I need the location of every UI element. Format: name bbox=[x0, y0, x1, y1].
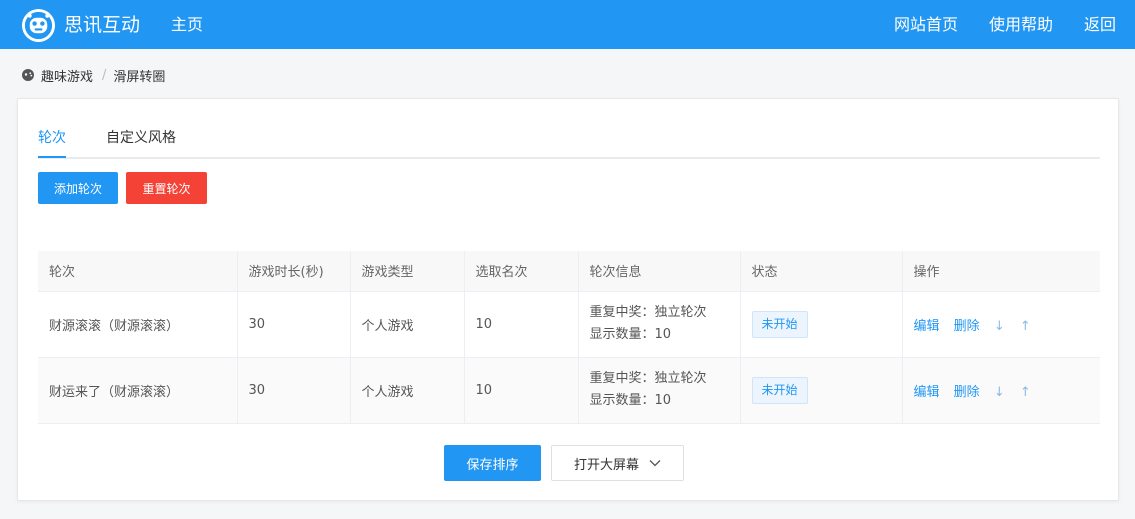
tab-bar: 轮次 自定义风格 bbox=[38, 129, 1100, 159]
save-order-button[interactable]: 保存排序 bbox=[444, 445, 541, 481]
nav-home[interactable]: 主页 bbox=[171, 15, 203, 35]
col-header-actions: 操作 bbox=[902, 251, 1100, 292]
col-header-type: 游戏类型 bbox=[350, 251, 465, 292]
table-row: 财源滚滚（财源滚滚） 30 个人游戏 10 重复中奖：独立轮次 显示数量：10 … bbox=[38, 291, 1100, 358]
cell-status: 未开始 bbox=[740, 291, 903, 358]
col-header-rank: 选取名次 bbox=[464, 251, 579, 292]
breadcrumb-current: 滑屏转圈 bbox=[113, 69, 166, 85]
info-repeat: 重复中奖：独立轮次 bbox=[589, 371, 707, 386]
top-bar: 思讯互动 主页 网站首页 使用帮助 返回 bbox=[0, 0, 1135, 49]
status-badge: 未开始 bbox=[751, 310, 808, 338]
cell-info: 重复中奖：独立轮次 显示数量：10 bbox=[578, 291, 741, 358]
cell-info: 重复中奖：独立轮次 显示数量：10 bbox=[578, 357, 741, 424]
table-row: 财运来了（财源滚滚） 30 个人游戏 10 重复中奖：独立轮次 显示数量：10 … bbox=[38, 357, 1100, 424]
col-header-status: 状态 bbox=[740, 251, 903, 292]
top-nav-right: 网站首页 使用帮助 返回 bbox=[894, 15, 1116, 35]
nav-website-home[interactable]: 网站首页 bbox=[894, 15, 958, 35]
chevron-down-icon bbox=[649, 460, 661, 467]
reset-rounds-button[interactable]: 重置轮次 bbox=[126, 172, 207, 204]
info-display-count: 显示数量：10 bbox=[589, 327, 672, 342]
status-badge: 未开始 bbox=[751, 376, 808, 404]
cell-type: 个人游戏 bbox=[350, 291, 465, 358]
delete-link[interactable]: 删除 bbox=[954, 385, 980, 400]
move-up-icon[interactable]: ↑ bbox=[1020, 319, 1031, 334]
move-down-icon[interactable]: ↓ bbox=[994, 385, 1005, 400]
edit-link[interactable]: 编辑 bbox=[914, 319, 940, 334]
cell-rank: 10 bbox=[464, 357, 579, 424]
move-up-icon[interactable]: ↑ bbox=[1020, 385, 1031, 400]
col-header-duration: 游戏时长(秒) bbox=[237, 251, 351, 292]
cell-actions: 编辑 删除 ↓ ↑ bbox=[902, 357, 1100, 424]
info-display-count: 显示数量：10 bbox=[589, 393, 672, 408]
delete-link[interactable]: 删除 bbox=[954, 319, 980, 334]
nav-back[interactable]: 返回 bbox=[1084, 15, 1116, 35]
breadcrumb: 趣味游戏 / 滑屏转圈 bbox=[21, 66, 166, 85]
gamepad-icon bbox=[22, 69, 34, 81]
cell-duration: 30 bbox=[237, 357, 351, 424]
cell-round-name: 财运来了（财源滚滚） bbox=[38, 357, 238, 424]
cell-duration: 30 bbox=[237, 291, 351, 358]
cell-status: 未开始 bbox=[740, 357, 903, 424]
cell-actions: 编辑 删除 ↓ ↑ bbox=[902, 291, 1100, 358]
cell-rank: 10 bbox=[464, 291, 579, 358]
tab-rounds[interactable]: 轮次 bbox=[38, 129, 66, 147]
col-header-info: 轮次信息 bbox=[578, 251, 741, 292]
table-header-row: 轮次 游戏时长(秒) 游戏类型 选取名次 轮次信息 状态 操作 bbox=[38, 251, 1100, 292]
edit-link[interactable]: 编辑 bbox=[914, 385, 940, 400]
brand-name[interactable]: 思讯互动 bbox=[64, 13, 140, 37]
add-round-button[interactable]: 添加轮次 bbox=[38, 172, 118, 204]
cell-round-name: 财源滚滚（财源滚滚） bbox=[38, 291, 238, 358]
col-header-round: 轮次 bbox=[38, 251, 238, 292]
cell-type: 个人游戏 bbox=[350, 357, 465, 424]
main-card: 轮次 自定义风格 添加轮次 重置轮次 轮次 游戏时长(秒) 游戏类型 选取名次 … bbox=[17, 98, 1119, 501]
open-big-screen-label: 打开大屏幕 bbox=[573, 457, 639, 473]
open-big-screen-button[interactable]: 打开大屏幕 bbox=[551, 445, 684, 481]
nav-help[interactable]: 使用帮助 bbox=[989, 15, 1053, 35]
rounds-table: 轮次 游戏时长(秒) 游戏类型 选取名次 轮次信息 状态 操作 财源滚滚（财源滚… bbox=[38, 251, 1100, 424]
robot-logo-icon[interactable] bbox=[21, 8, 56, 43]
breadcrumb-separator: / bbox=[102, 67, 107, 83]
tab-custom-style[interactable]: 自定义风格 bbox=[106, 129, 176, 147]
tab-active-indicator bbox=[38, 156, 66, 158]
info-repeat: 重复中奖：独立轮次 bbox=[589, 305, 707, 320]
move-down-icon[interactable]: ↓ bbox=[994, 319, 1005, 334]
breadcrumb-parent[interactable]: 趣味游戏 bbox=[41, 66, 93, 85]
